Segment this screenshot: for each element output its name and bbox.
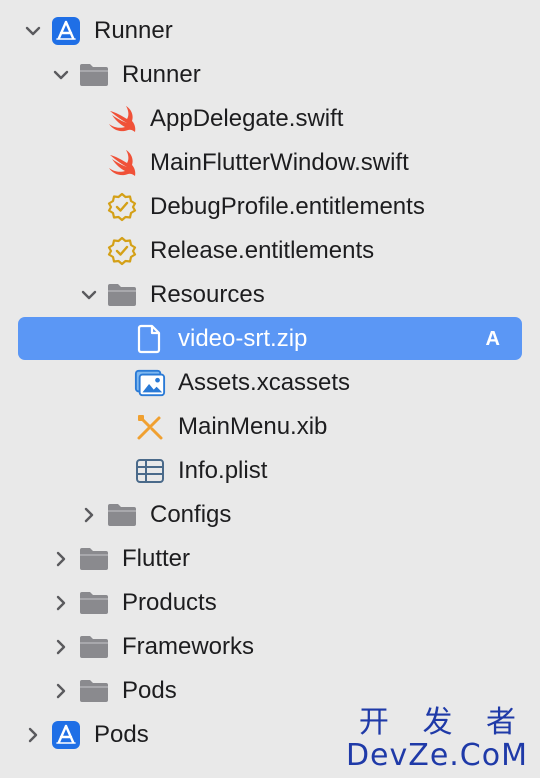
tree-item-label: video-srt.zip [178,325,308,352]
tree-row-assets-xcassets[interactable]: Assets.xcassets [0,361,540,405]
chevron-right-icon[interactable] [22,724,44,746]
tree-item-label: Configs [150,501,232,528]
property-list-icon [134,455,166,487]
tree-row-runner[interactable]: Runner [0,53,540,97]
chevron-down-icon[interactable] [22,20,44,42]
tree-item-label: Runner [94,17,173,44]
tree-row-mainflutterwindow-swift[interactable]: MainFlutterWindow.swift [0,141,540,185]
chevron-right-icon[interactable] [50,636,72,658]
tree-item-label: Info.plist [178,457,268,484]
swift-file-icon [106,103,138,135]
tree-item-label: Flutter [122,545,191,572]
folder-icon [78,59,110,91]
tree-item-label: DebugProfile.entitlements [150,193,425,220]
chevron-right-icon[interactable] [50,680,72,702]
tree-item-label: AppDelegate.swift [150,105,344,132]
folder-icon [106,279,138,311]
chevron-right-icon[interactable] [78,504,100,526]
tree-row-runner[interactable]: Runner [0,9,540,53]
folder-icon [78,675,110,707]
source-control-status-badge: A [485,328,500,350]
folder-icon [78,543,110,575]
folder-icon [106,499,138,531]
interface-builder-icon [134,411,166,443]
chevron-right-icon[interactable] [50,592,72,614]
tree-row-products[interactable]: Products [0,581,540,625]
tree-item-label: MainFlutterWindow.swift [150,149,409,176]
tree-item-label: Assets.xcassets [178,369,351,396]
tree-item-label: Products [122,589,217,616]
tree-row-appdelegate-swift[interactable]: AppDelegate.swift [0,97,540,141]
asset-catalog-icon [134,367,166,399]
tree-row-flutter[interactable]: Flutter [0,537,540,581]
chevron-down-icon[interactable] [50,64,72,86]
tree-row-resources[interactable]: Resources [0,273,540,317]
tree-item-label: Resources [150,281,265,308]
document-icon [134,323,166,355]
tree-row-mainmenu-xib[interactable]: MainMenu.xib [0,405,540,449]
tree-row-debugprofile-entitlements[interactable]: DebugProfile.entitlements [0,185,540,229]
watermark-line2: DevZe.CoM [345,738,528,773]
chevron-right-icon[interactable] [50,548,72,570]
tree-row-video-srt-zip[interactable]: video-srt.zip A [0,317,540,361]
tree-row-release-entitlements[interactable]: Release.entitlements [0,229,540,273]
tree-item-label: Runner [122,61,201,88]
watermark-line1: 开 发 者 [358,705,528,740]
xcode-project-icon [50,719,82,751]
tree-item-label: Release.entitlements [150,237,375,264]
tree-item-label: Pods [122,677,177,704]
folder-icon [78,587,110,619]
swift-file-icon [106,147,138,179]
entitlements-icon [106,191,138,223]
watermark: 开 发 者 DevZe.CoM [346,706,528,772]
tree-row-frameworks[interactable]: Frameworks [0,625,540,669]
chevron-down-icon[interactable] [78,284,100,306]
tree-item-label: Pods [94,721,149,748]
tree-item-label: MainMenu.xib [178,413,328,440]
entitlements-icon [106,235,138,267]
tree-item-label: Frameworks [122,633,255,660]
project-navigator: Runner Runner AppDelegate.swift MainFlutter… [0,0,540,778]
tree-row-configs[interactable]: Configs [0,493,540,537]
folder-icon [78,631,110,663]
xcode-project-icon [50,15,82,47]
tree-row-info-plist[interactable]: Info.plist [0,449,540,493]
